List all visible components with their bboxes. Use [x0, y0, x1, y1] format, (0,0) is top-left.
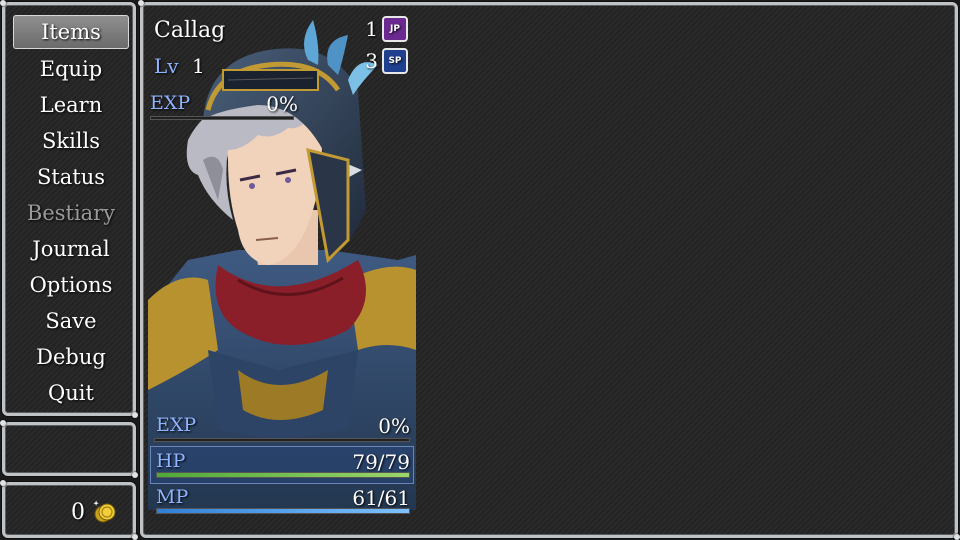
- level-value: 1: [192, 54, 205, 78]
- menu-item-items[interactable]: Items: [13, 15, 129, 49]
- mp-label: MP: [156, 486, 189, 508]
- exp-value: 0%: [378, 414, 410, 438]
- menu-item-status[interactable]: Status: [13, 159, 129, 195]
- menu-item-journal[interactable]: Journal: [13, 231, 129, 267]
- jp-badge-icon: JP: [382, 16, 408, 42]
- gold-window: 0: [0, 480, 138, 540]
- jp-value: 1: [365, 17, 378, 41]
- hp-label: HP: [156, 450, 186, 472]
- sp-row: 3 SP: [365, 48, 408, 74]
- menu-item-bestiary[interactable]: Bestiary: [13, 195, 129, 231]
- hp-gauge-fill: [157, 473, 409, 477]
- actor-card[interactable]: Callag Lv 1 1 JP 3 SP EXP 0% EXP 0% HP 7…: [148, 10, 416, 520]
- menu-item-options[interactable]: Options: [13, 267, 129, 303]
- sp-badge-icon: SP: [382, 48, 408, 74]
- level-label: Lv: [154, 54, 179, 78]
- jp-row: 1 JP: [365, 16, 408, 42]
- mp-gauge-fill: [157, 509, 409, 513]
- exp-gauge: [154, 438, 410, 442]
- menu-item-learn[interactable]: Learn: [13, 87, 129, 123]
- gold-coin-icon: [93, 500, 117, 524]
- top-exp-label: EXP: [150, 92, 191, 114]
- gold-amount: 0: [71, 499, 85, 525]
- command-list: Items Equip Learn Skills Status Bestiary…: [13, 15, 129, 411]
- menu-item-save[interactable]: Save: [13, 303, 129, 339]
- sp-value: 3: [365, 49, 378, 73]
- hp-value: 79/79: [352, 450, 410, 474]
- menu-item-quit[interactable]: Quit: [13, 375, 129, 411]
- top-exp-value: 0%: [266, 92, 298, 116]
- info-window: [0, 420, 138, 478]
- top-exp-gauge: [150, 116, 294, 120]
- menu-item-debug[interactable]: Debug: [13, 339, 129, 375]
- mp-value: 61/61: [352, 486, 410, 510]
- exp-label: EXP: [156, 414, 197, 436]
- menu-item-skills[interactable]: Skills: [13, 123, 129, 159]
- command-menu-window: Items Equip Learn Skills Status Bestiary…: [0, 0, 138, 418]
- actor-name: Callag: [154, 18, 226, 43]
- menu-item-equip[interactable]: Equip: [13, 51, 129, 87]
- mp-gauge: [156, 508, 410, 514]
- hp-gauge: [156, 472, 410, 478]
